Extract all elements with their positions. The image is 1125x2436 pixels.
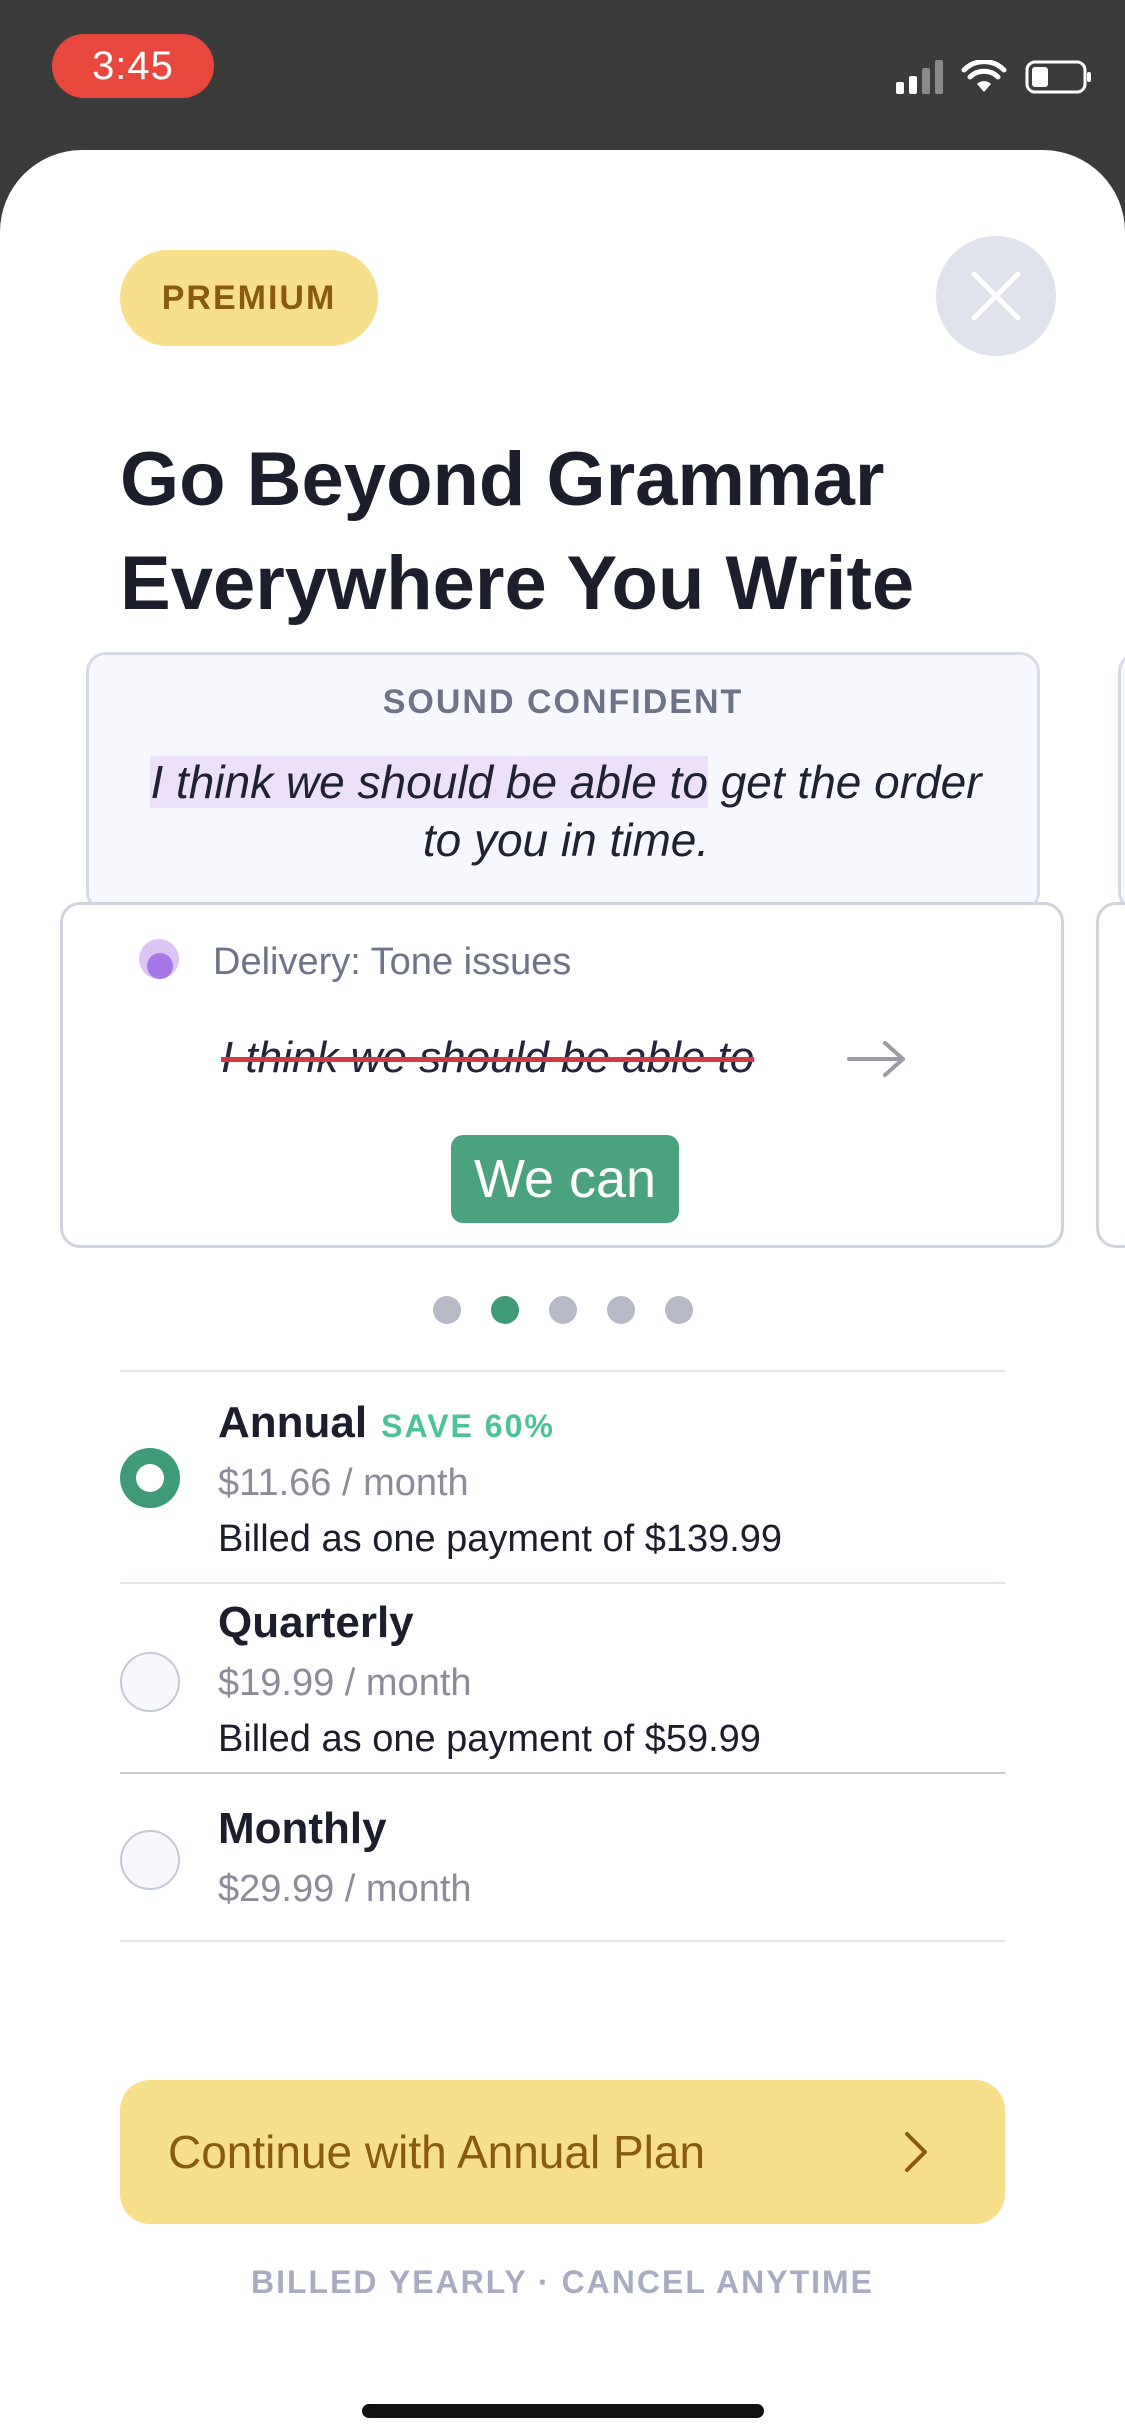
wifi-icon bbox=[961, 60, 1007, 92]
next-suggestion-card-peek[interactable] bbox=[1096, 902, 1125, 1248]
home-indicator[interactable] bbox=[362, 2404, 764, 2418]
carousel-dots bbox=[0, 1296, 1125, 1324]
status-bar: 3:45 bbox=[0, 0, 1125, 150]
title-line-2: Everywhere You Write bbox=[120, 541, 915, 626]
tone-dot-icon bbox=[139, 939, 183, 983]
billing-footnote: BILLED YEARLY · CANCEL ANYTIME bbox=[250, 2264, 875, 2300]
plan-billed-quarterly: Billed as one payment of $59.99 bbox=[218, 1718, 761, 1760]
plan-price-annual: $11.66 / month bbox=[218, 1462, 469, 1504]
cellular-signal-icon bbox=[896, 60, 943, 94]
radio-quarterly[interactable] bbox=[120, 1652, 180, 1712]
plan-billed-annual: Billed as one payment of $139.99 bbox=[218, 1518, 783, 1560]
plan-name-annual: Annual SAVE 60% bbox=[218, 1398, 555, 1447]
plan-name-quarterly: Quarterly bbox=[218, 1598, 414, 1647]
plan-name-monthly: Monthly bbox=[218, 1804, 387, 1853]
suggestion-card[interactable]: Delivery: Tone issues I think we should … bbox=[60, 902, 1064, 1248]
radio-annual-selected[interactable] bbox=[120, 1448, 180, 1508]
chevron-right-icon bbox=[905, 2132, 927, 2172]
plan-price-quarterly: $19.99 / month bbox=[218, 1662, 472, 1704]
carousel-dot[interactable] bbox=[432, 1296, 461, 1324]
carousel-dot-active[interactable] bbox=[490, 1296, 519, 1324]
battery-icon bbox=[1025, 60, 1091, 94]
radio-monthly[interactable] bbox=[120, 1830, 180, 1890]
continue-button[interactable]: Continue with Annual Plan bbox=[120, 2080, 1005, 2224]
paywall-sheet: PREMIUM Go Beyond Grammar Everywhere You… bbox=[0, 150, 1125, 2436]
replacement-suggestion-button[interactable]: We can bbox=[451, 1135, 679, 1223]
plan-price-monthly: $29.99 / month bbox=[218, 1868, 472, 1910]
close-icon bbox=[971, 271, 1021, 321]
divider bbox=[120, 1940, 1005, 1942]
plan-option-quarterly[interactable]: Quarterly $19.99 / month Billed as one p… bbox=[120, 1584, 1005, 1772]
plan-option-monthly[interactable]: Monthly $29.99 / month bbox=[120, 1774, 1005, 1940]
example-label: SOUND CONFIDENT bbox=[382, 683, 744, 721]
plan-option-annual[interactable]: Annual SAVE 60% $11.66 / month Billed as … bbox=[120, 1372, 1005, 1582]
next-example-card-peek[interactable] bbox=[1118, 652, 1125, 912]
carousel-dot[interactable] bbox=[606, 1296, 635, 1324]
title-line-1: Go Beyond Grammar bbox=[120, 437, 885, 522]
example-card: SOUND CONFIDENT I think we should be abl… bbox=[86, 652, 1040, 912]
paywall-screen: 3:45 PREMIUM Go Beyond Grammar Everywher… bbox=[0, 0, 1125, 2436]
example-sentence: I think we should be able to get the ord… bbox=[129, 753, 1003, 869]
suggestion-category: Delivery: Tone issues bbox=[213, 941, 572, 983]
status-time[interactable]: 3:45 bbox=[52, 34, 214, 98]
original-phrase: I think we should be able to bbox=[221, 1033, 755, 1082]
carousel-dot[interactable] bbox=[664, 1296, 693, 1324]
plan-list: Annual SAVE 60% $11.66 / month Billed as … bbox=[120, 1370, 1005, 1942]
close-button[interactable] bbox=[936, 236, 1056, 356]
carousel-dot[interactable] bbox=[548, 1296, 577, 1324]
save-badge: SAVE 60% bbox=[381, 1408, 555, 1444]
premium-badge: PREMIUM bbox=[120, 250, 378, 346]
highlighted-phrase: I think we should be able to bbox=[150, 756, 708, 808]
page-title: Go Beyond Grammar Everywhere You Write bbox=[120, 428, 1020, 636]
continue-button-label: Continue with Annual Plan bbox=[168, 2126, 706, 2178]
arrow-right-icon bbox=[847, 1041, 905, 1077]
status-icons bbox=[896, 60, 1093, 94]
